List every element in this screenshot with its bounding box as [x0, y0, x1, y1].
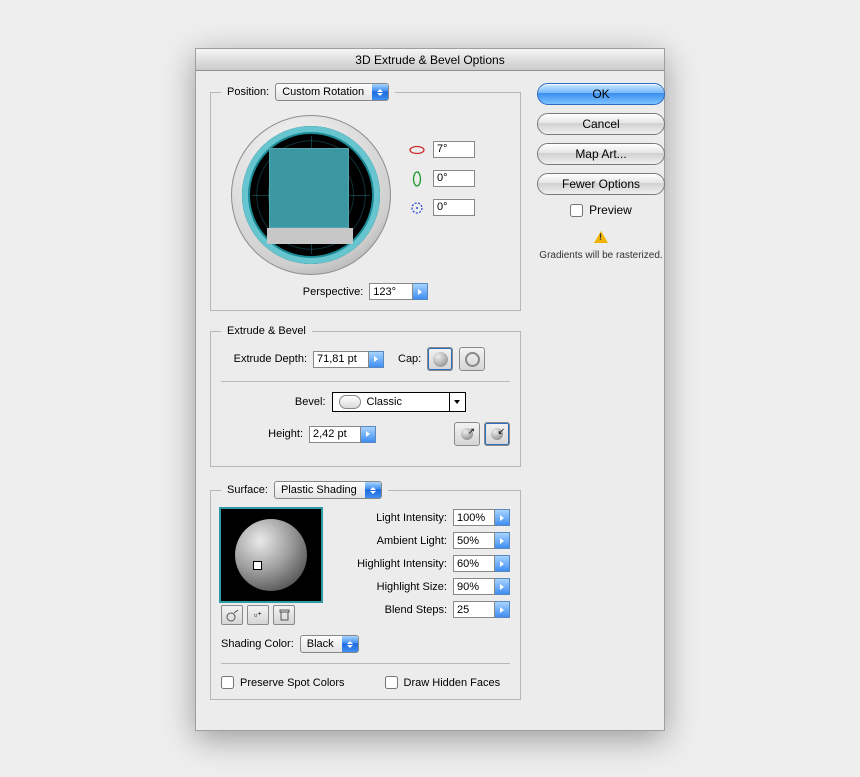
light-intensity-input[interactable]	[453, 509, 495, 526]
highlight-intensity-input[interactable]	[453, 555, 495, 572]
shading-color-label: Shading Color:	[221, 638, 294, 650]
rotate-y-icon	[409, 171, 425, 187]
bevel-in-icon: ↙	[489, 426, 505, 442]
preserve-spot-checkbox[interactable]: Preserve Spot Colors	[221, 676, 345, 689]
surface-group: Surface: Plastic Shading	[210, 481, 521, 700]
highlight-size-label: Highlight Size:	[335, 581, 447, 593]
map-art-button[interactable]: Map Art...	[537, 143, 665, 165]
preserve-spot-label: Preserve Spot Colors	[240, 677, 345, 689]
draw-hidden-faces-checkbox[interactable]: Draw Hidden Faces	[385, 676, 501, 689]
warning-text: Gradients will be rasterized.	[539, 250, 662, 261]
highlight-intensity-stepper[interactable]	[495, 555, 510, 572]
light-handle[interactable]	[253, 561, 262, 570]
draw-hidden-faces-label: Draw Hidden Faces	[404, 677, 501, 689]
bevel-height-stepper[interactable]	[361, 426, 376, 443]
dropdown-arrow-icon	[449, 393, 465, 411]
rotate-z-input[interactable]: 0°	[433, 199, 475, 216]
bevel-extent-in-button[interactable]: ↙	[484, 422, 510, 446]
extrude-depth-input[interactable]	[313, 351, 369, 368]
warning-icon	[594, 231, 608, 243]
sphere-icon	[235, 519, 307, 591]
extrude-depth-label: Extrude Depth:	[221, 353, 307, 365]
fewer-options-button[interactable]: Fewer Options	[537, 173, 665, 195]
titlebar: 3D Extrude & Bevel Options	[196, 49, 664, 71]
trash-icon	[279, 609, 290, 622]
preview-label: Preview	[589, 203, 632, 217]
blend-steps-label: Blend Steps:	[335, 604, 447, 616]
rotation-preset-value: Custom Rotation	[276, 84, 372, 100]
preview-checkbox[interactable]: Preview	[537, 203, 665, 217]
dialog-3d-extrude-bevel: 3D Extrude & Bevel Options Position: Cus…	[195, 48, 665, 731]
surface-label: Surface:	[227, 484, 268, 496]
bevel-swatch-icon	[339, 395, 361, 409]
combo-arrows-icon	[372, 84, 388, 100]
rotation-trackball[interactable]	[231, 115, 391, 275]
surface-shading-combo[interactable]: Plastic Shading	[274, 481, 382, 499]
bevel-height-input[interactable]	[309, 426, 361, 443]
ambient-light-stepper[interactable]	[495, 532, 510, 549]
cap-hollow-icon	[465, 352, 480, 367]
rotate-y-input[interactable]: 0°	[433, 170, 475, 187]
perspective-label: Perspective:	[303, 286, 364, 298]
highlight-intensity-label: Highlight Intensity:	[335, 558, 447, 570]
light-intensity-stepper[interactable]	[495, 509, 510, 526]
light-intensity-label: Light Intensity:	[335, 512, 447, 524]
perspective-input[interactable]	[369, 283, 413, 300]
cap-solid-icon	[433, 352, 448, 367]
bevel-combo[interactable]: Classic	[332, 392, 466, 412]
bevel-height-label: Height:	[243, 428, 303, 440]
extrude-depth-stepper[interactable]	[369, 351, 384, 368]
cap-solid-button[interactable]	[427, 347, 453, 371]
bevel-out-icon: ↗	[459, 426, 475, 442]
shading-color-combo[interactable]: Black	[300, 635, 359, 653]
window-title: 3D Extrude & Bevel Options	[355, 53, 504, 67]
blend-steps-input[interactable]	[453, 601, 495, 618]
blend-steps-stepper[interactable]	[495, 601, 510, 618]
bevel-label: Bevel:	[266, 396, 326, 408]
cancel-button[interactable]: Cancel	[537, 113, 665, 135]
ok-button[interactable]: OK	[537, 83, 665, 105]
move-light-back-button[interactable]	[221, 605, 243, 625]
position-group: Position: Custom Rotation	[210, 83, 521, 311]
cap-label: Cap:	[398, 353, 421, 365]
new-light-icon: ▫⁺	[254, 610, 262, 621]
lighting-sphere[interactable]	[221, 509, 321, 601]
extrude-bevel-group: Extrude & Bevel Extrude Depth: Cap:	[210, 325, 521, 467]
delete-light-button[interactable]	[273, 605, 295, 625]
perspective-stepper[interactable]	[413, 283, 428, 300]
light-back-icon	[226, 609, 239, 622]
rotate-z-icon	[409, 200, 425, 216]
combo-arrows-icon	[365, 482, 381, 498]
bevel-value: Classic	[367, 396, 402, 408]
rotate-x-input[interactable]: 7°	[433, 141, 475, 158]
rotate-x-icon	[409, 142, 425, 158]
new-light-button[interactable]: ▫⁺	[247, 605, 269, 625]
rotation-preset-combo[interactable]: Custom Rotation	[275, 83, 389, 101]
ambient-light-label: Ambient Light:	[335, 535, 447, 547]
shading-color-value: Black	[301, 636, 342, 652]
surface-shading-value: Plastic Shading	[275, 482, 365, 498]
highlight-size-input[interactable]	[453, 578, 495, 595]
extrude-bevel-label: Extrude & Bevel	[227, 325, 306, 337]
combo-arrows-icon	[342, 636, 358, 652]
position-label: Position:	[227, 86, 269, 98]
ambient-light-input[interactable]	[453, 532, 495, 549]
cap-hollow-button[interactable]	[459, 347, 485, 371]
cube-preview-icon	[269, 148, 353, 242]
highlight-size-stepper[interactable]	[495, 578, 510, 595]
bevel-extent-out-button[interactable]: ↗	[454, 422, 480, 446]
